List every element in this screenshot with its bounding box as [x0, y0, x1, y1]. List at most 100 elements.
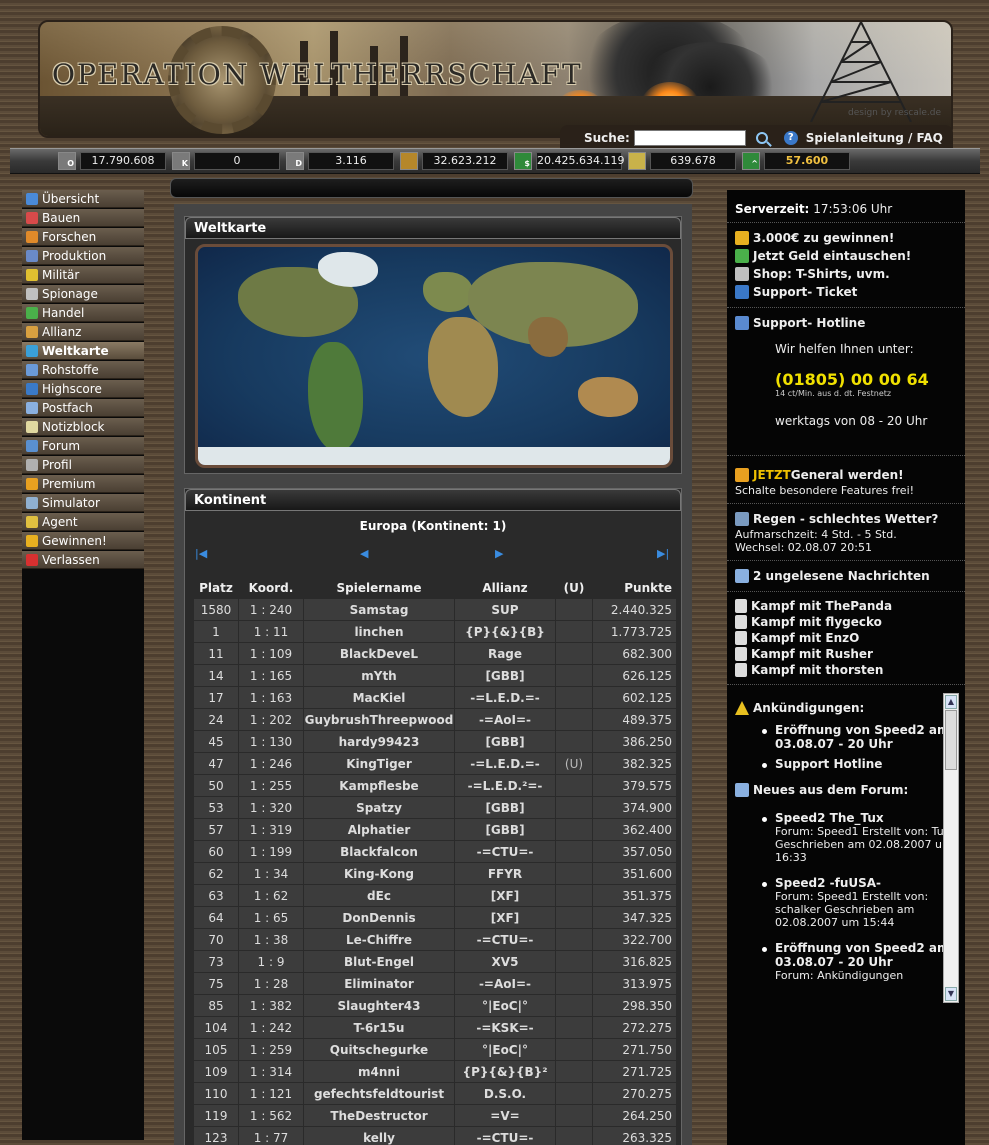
player-name-link[interactable]: dEc — [304, 885, 454, 906]
forum-news-item[interactable]: Speed2 The_Tux Forum: Speed1 Erstellt von… — [735, 811, 953, 864]
nav-item-militr[interactable]: Militär — [22, 266, 144, 284]
player-name-link[interactable]: mYth — [304, 665, 454, 686]
nav-item-premium[interactable]: Premium — [22, 475, 144, 493]
nav-item-rohstoffe[interactable]: Rohstoffe — [22, 361, 144, 379]
player-name-link[interactable]: T-6r15u — [304, 1017, 454, 1038]
forum-news-title[interactable]: Speed2 The_Tux — [775, 811, 953, 825]
player-name-link[interactable]: TheDestructor — [304, 1105, 454, 1126]
nav-item-forum[interactable]: Forum — [22, 437, 144, 455]
promo-link[interactable]: 3.000€ zu gewinnen! — [735, 229, 957, 247]
coord-cell[interactable]: 1 : 242 — [239, 1017, 303, 1038]
alliance-link[interactable]: -=CTU=- — [455, 841, 555, 862]
forum-news-title[interactable]: Speed2 -fuUSA- — [775, 876, 953, 890]
search-icon[interactable] — [755, 131, 768, 144]
scroll-up-icon[interactable]: ▲ — [945, 695, 957, 709]
nav-item-notizblock[interactable]: Notizblock — [22, 418, 144, 436]
promo-link[interactable]: Support- Ticket — [735, 283, 957, 301]
battle-report-link[interactable]: Kampf mit thorsten — [735, 662, 957, 678]
alliance-link[interactable]: [GBB] — [455, 731, 555, 752]
nav-item-forschen[interactable]: Forschen — [22, 228, 144, 246]
alliance-link[interactable]: [GBB] — [455, 819, 555, 840]
coord-cell[interactable]: 1 : 109 — [239, 643, 303, 664]
player-name-link[interactable]: KingTiger — [304, 753, 454, 774]
player-name-link[interactable]: m4nni — [304, 1061, 454, 1082]
player-name-link[interactable]: Slaughter43 — [304, 995, 454, 1016]
player-name-link[interactable]: DonDennis — [304, 907, 454, 928]
alliance-link[interactable]: =V= — [455, 1105, 555, 1126]
player-name-link[interactable]: Spatzy — [304, 797, 454, 818]
alliance-link[interactable]: D.S.O. — [455, 1083, 555, 1104]
promo-link[interactable]: Shop: T-Shirts, uvm. — [735, 265, 957, 283]
nav-item-weltkarte[interactable]: Weltkarte — [22, 342, 144, 360]
coord-cell[interactable]: 1 : 130 — [239, 731, 303, 752]
announcement-item[interactable]: Eröffnung von Speed2 am 03.08.07 - 20 Uh… — [735, 723, 953, 751]
unread-messages-link[interactable]: 2 ungelesene Nachrichten — [753, 569, 930, 583]
alliance-link[interactable]: -=L.E.D.²=- — [455, 775, 555, 796]
general-title[interactable]: General werden! — [791, 468, 904, 482]
coord-cell[interactable]: 1 : 165 — [239, 665, 303, 686]
player-name-link[interactable]: Blackfalcon — [304, 841, 454, 862]
coord-cell[interactable]: 1 : 65 — [239, 907, 303, 928]
nav-item-profil[interactable]: Profil — [22, 456, 144, 474]
help-icon[interactable]: ? — [783, 130, 798, 145]
alliance-link[interactable]: -=AoI=- — [455, 973, 555, 994]
alliance-link[interactable]: [GBB] — [455, 797, 555, 818]
coord-cell[interactable]: 1 : 121 — [239, 1083, 303, 1104]
coord-cell[interactable]: 1 : 38 — [239, 929, 303, 950]
announcements-scrollbar[interactable]: ▲ ▼ — [943, 693, 959, 1003]
alliance-link[interactable]: °|EoC|° — [455, 995, 555, 1016]
coord-cell[interactable]: 1 : 259 — [239, 1039, 303, 1060]
battle-report-link[interactable]: Kampf mit flygecko — [735, 614, 957, 630]
alliance-link[interactable]: Rage — [455, 643, 555, 664]
coord-cell[interactable]: 1 : 202 — [239, 709, 303, 730]
nav-item-highscore[interactable]: Highscore — [22, 380, 144, 398]
coord-cell[interactable]: 1 : 199 — [239, 841, 303, 862]
alliance-link[interactable]: [GBB] — [455, 665, 555, 686]
coord-cell[interactable]: 1 : 314 — [239, 1061, 303, 1082]
scroll-thumb[interactable] — [945, 710, 957, 770]
nav-item-verlassen[interactable]: Verlassen — [22, 551, 144, 569]
player-name-link[interactable]: linchen — [304, 621, 454, 642]
coord-cell[interactable]: 1 : 28 — [239, 973, 303, 994]
nav-item-spionage[interactable]: Spionage — [22, 285, 144, 303]
nav-item-agent[interactable]: Agent — [22, 513, 144, 531]
alliance-link[interactable]: -=L.E.D.=- — [455, 687, 555, 708]
coord-cell[interactable]: 1 : 62 — [239, 885, 303, 906]
help-link[interactable]: Spielanleitung / FAQ — [806, 131, 943, 145]
nav-item-postfach[interactable]: Postfach — [22, 399, 144, 417]
player-name-link[interactable]: hardy99423 — [304, 731, 454, 752]
coord-cell[interactable]: 1 : 382 — [239, 995, 303, 1016]
nav-item-handel[interactable]: Handel — [22, 304, 144, 322]
player-name-link[interactable]: Samstag — [304, 599, 454, 620]
player-name-link[interactable]: Eliminator — [304, 973, 454, 994]
alliance-link[interactable]: XV5 — [455, 951, 555, 972]
nav-item-produktion[interactable]: Produktion — [22, 247, 144, 265]
coord-cell[interactable]: 1 : 163 — [239, 687, 303, 708]
coord-cell[interactable]: 1 : 320 — [239, 797, 303, 818]
player-name-link[interactable]: King-Kong — [304, 863, 454, 884]
player-name-link[interactable]: MacKiel — [304, 687, 454, 708]
promo-link[interactable]: Jetzt Geld eintauschen! — [735, 247, 957, 265]
nav-item-bersicht[interactable]: Übersicht — [22, 190, 144, 208]
last-page-icon[interactable]: ▶| — [657, 547, 669, 560]
player-name-link[interactable]: kelly — [304, 1127, 454, 1145]
forum-news-item[interactable]: Speed2 -fuUSA- Forum: Speed1 Erstellt von… — [735, 876, 953, 929]
nav-item-bauen[interactable]: Bauen — [22, 209, 144, 227]
battle-report-link[interactable]: Kampf mit Rusher — [735, 646, 957, 662]
coord-cell[interactable]: 1 : 77 — [239, 1127, 303, 1145]
coord-cell[interactable]: 1 : 319 — [239, 819, 303, 840]
alliance-link[interactable]: FFYR — [455, 863, 555, 884]
coord-cell[interactable]: 1 : 11 — [239, 621, 303, 642]
player-name-link[interactable]: Quitschegurke — [304, 1039, 454, 1060]
alliance-link[interactable]: °|EoC|° — [455, 1039, 555, 1060]
alliance-link[interactable]: -=AoI=- — [455, 709, 555, 730]
prev-page-icon[interactable]: ◀ — [360, 547, 368, 560]
search-input[interactable] — [633, 129, 746, 146]
alliance-link[interactable]: -=KSK=- — [455, 1017, 555, 1038]
alliance-link[interactable]: -=L.E.D.=- — [455, 753, 555, 774]
player-name-link[interactable]: Blut-Engel — [304, 951, 454, 972]
alliance-link[interactable]: [XF] — [455, 907, 555, 928]
battle-report-link[interactable]: Kampf mit EnzO — [735, 630, 957, 646]
announcement-item[interactable]: Support Hotline — [735, 757, 953, 771]
coord-cell[interactable]: 1 : 34 — [239, 863, 303, 884]
